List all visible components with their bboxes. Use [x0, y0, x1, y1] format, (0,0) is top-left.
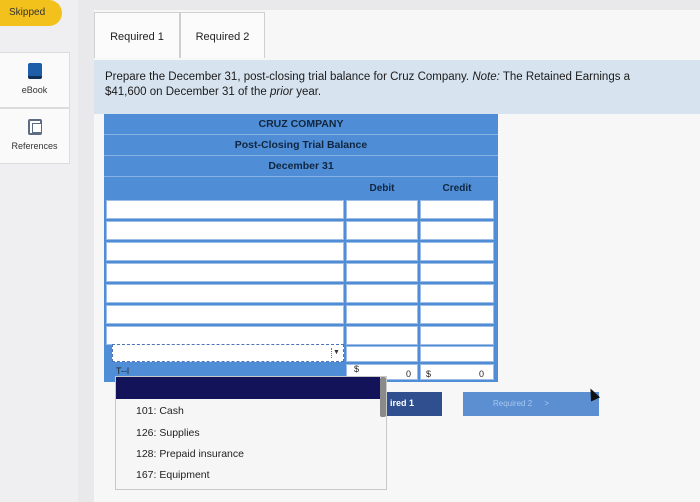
total-credit-currency: $	[426, 369, 432, 379]
statement-date: December 31	[104, 156, 498, 177]
previous-button[interactable]: ired 1	[384, 392, 442, 416]
tab-required-2[interactable]: Required 2	[180, 12, 265, 58]
tab-bar: Required 1 Required 2	[94, 12, 700, 60]
dropdown-option[interactable]: 167: Equipment	[136, 469, 210, 481]
account-cell[interactable]	[106, 221, 344, 240]
account-select[interactable]: ▼	[112, 344, 344, 362]
statement-title: Post-Closing Trial Balance	[104, 135, 498, 156]
total-credit-value: 0	[479, 369, 485, 379]
credit-cell[interactable]	[420, 200, 494, 219]
total-label: T--l	[116, 366, 129, 376]
company-name: CRUZ COMPANY	[104, 114, 498, 135]
account-cell[interactable]	[106, 284, 344, 303]
total-debit-value: 0	[406, 369, 412, 379]
credit-cell[interactable]	[420, 346, 494, 362]
dropdown-option[interactable]: 101: Cash	[136, 405, 184, 417]
next-button-label: Required 2	[493, 399, 533, 408]
references-icon	[27, 119, 42, 135]
note-label: Note:	[472, 71, 500, 83]
ebook-label: eBook	[21, 85, 48, 95]
account-cell[interactable]	[106, 326, 344, 345]
tab-required-1[interactable]: Required 1	[94, 12, 180, 58]
dropdown-option[interactable]: 126: Supplies	[136, 427, 200, 439]
debit-cell[interactable]	[346, 346, 418, 362]
account-cell[interactable]	[106, 242, 344, 261]
debit-cell[interactable]	[346, 221, 418, 240]
instructions-line2-end: year.	[296, 86, 322, 98]
account-cell[interactable]	[106, 263, 344, 282]
instructions-line2: $41,600 on December 31 of the	[105, 86, 267, 98]
tab-required-2-label: Required 2	[195, 31, 250, 43]
credit-cell[interactable]	[420, 242, 494, 261]
ebook-button[interactable]: eBook	[0, 52, 70, 108]
account-cell[interactable]	[106, 200, 344, 219]
debit-cell[interactable]	[346, 326, 418, 345]
account-dropdown-list[interactable]: 101: Cash 126: Supplies 128: Prepaid ins…	[115, 376, 387, 490]
instructions-note-text: The Retained Earnings a	[502, 71, 631, 83]
ebook-icon	[27, 63, 42, 79]
tab-required-1-label: Required 1	[110, 31, 164, 43]
debit-cell[interactable]	[346, 200, 418, 219]
debit-cell[interactable]	[346, 284, 418, 303]
dropdown-option[interactable]: 128: Prepaid insurance	[136, 448, 244, 460]
skipped-badge: Skipped	[0, 0, 62, 26]
credit-cell[interactable]	[420, 284, 494, 303]
credit-cell[interactable]	[420, 305, 494, 324]
previous-button-label: ired 1	[390, 398, 415, 408]
instructions-italic: prior	[269, 86, 293, 98]
dropdown-scrollbar[interactable]	[380, 377, 386, 417]
total-debit-currency: $	[354, 364, 360, 374]
debit-cell[interactable]	[346, 242, 418, 261]
debit-column-header: Debit	[369, 183, 395, 194]
dropdown-highlighted-option[interactable]	[116, 377, 380, 399]
credit-column-header: Credit	[442, 183, 472, 194]
credit-cell[interactable]	[420, 221, 494, 240]
instructions: Prepare the December 31, post-closing tr…	[94, 60, 700, 114]
debit-cell[interactable]	[346, 263, 418, 282]
debit-cell[interactable]	[346, 305, 418, 324]
next-button[interactable]: Required 2 >	[463, 392, 599, 416]
credit-cell[interactable]	[420, 326, 494, 345]
credit-cell[interactable]	[420, 263, 494, 282]
instructions-text: Prepare the December 31, post-closing tr…	[105, 71, 470, 83]
chevron-down-icon[interactable]: ▼	[331, 348, 341, 358]
references-label: References	[11, 141, 58, 151]
account-cell[interactable]	[106, 305, 344, 324]
chevron-right-icon: >	[544, 399, 550, 408]
references-button[interactable]: References	[0, 108, 70, 164]
